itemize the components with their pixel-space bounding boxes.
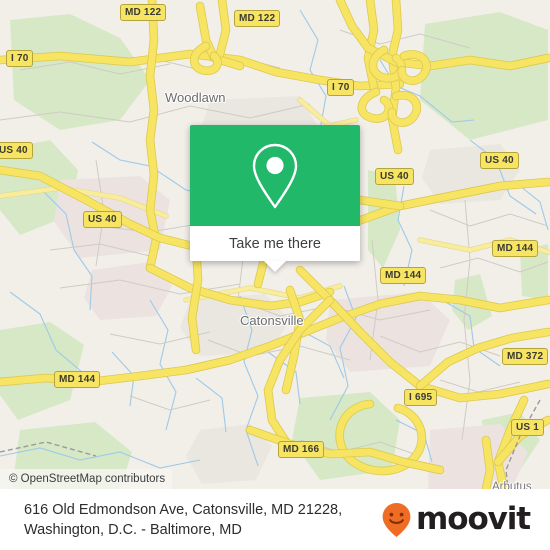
- footer-bar: 616 Old Edmondson Ave, Catonsville, MD 2…: [0, 489, 550, 550]
- card-media-header: [190, 125, 360, 226]
- place-label: Woodlawn: [165, 90, 226, 105]
- moovit-wordmark: moovit: [416, 501, 531, 537]
- road-shield: MD 144: [492, 240, 539, 257]
- road-shield: US 40: [375, 168, 414, 185]
- map-attribution[interactable]: © OpenStreetMap contributors: [0, 469, 173, 489]
- road-shield: US 40: [0, 142, 33, 159]
- moovit-smiley-pin-icon: [382, 502, 411, 537]
- road-shield: I 695: [404, 389, 438, 406]
- take-me-there-label: Take me there: [229, 235, 321, 252]
- place-label: Arbutus: [492, 481, 532, 489]
- road-shield: MD 372: [502, 348, 549, 365]
- location-pin-icon: [252, 143, 298, 208]
- card-pointer-tail: [264, 261, 286, 272]
- road-shield: MD 166: [278, 441, 325, 458]
- map-viewport[interactable]: .water { fill:none; stroke:#9ec9e8; stro…: [0, 0, 550, 489]
- road-shield: I 70: [6, 50, 34, 67]
- place-label: Catonsville: [240, 313, 304, 328]
- address-line-2: Washington, D.C. - Baltimore, MD: [24, 521, 242, 538]
- screenshot-root: .water { fill:none; stroke:#9ec9e8; stro…: [0, 0, 550, 550]
- location-info-card[interactable]: Take me there: [190, 125, 360, 272]
- address-line-1: 616 Old Edmondson Ave, Catonsville, MD 2…: [24, 501, 343, 518]
- road-shield: US 1: [511, 419, 545, 436]
- road-shield: MD 144: [54, 371, 101, 388]
- road-shield: US 40: [83, 211, 122, 228]
- road-shield: US 40: [480, 152, 519, 169]
- road-shield: MD 144: [380, 267, 427, 284]
- road-shield: MD 122: [234, 10, 281, 27]
- road-shield: I 70: [327, 79, 355, 96]
- take-me-there-button[interactable]: Take me there: [190, 226, 360, 261]
- moovit-logo[interactable]: moovit: [381, 502, 536, 538]
- address-block: 616 Old Edmondson Ave, Catonsville, MD 2…: [24, 500, 381, 540]
- road-shield: MD 122: [120, 4, 167, 21]
